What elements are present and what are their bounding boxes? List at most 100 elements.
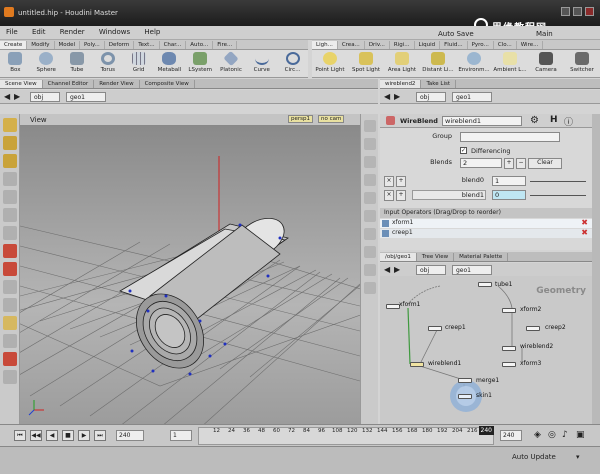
- light-tool-icon[interactable]: [2, 316, 17, 330]
- torus-tool[interactable]: Torus: [92, 50, 123, 77]
- node-xform3[interactable]: [502, 362, 516, 367]
- blend1-add-button[interactable]: +: [396, 190, 406, 201]
- shelf-tab-lights[interactable]: Ligh...: [312, 41, 338, 49]
- shelf-tab-fire[interactable]: Fire...: [213, 41, 238, 49]
- maximize-icon[interactable]: [573, 7, 582, 16]
- tab-composite-view[interactable]: Composite View: [140, 80, 195, 88]
- view-tool-icon[interactable]: [2, 226, 17, 240]
- blend0-slider[interactable]: [530, 181, 586, 182]
- blend0-add-button[interactable]: +: [396, 176, 406, 187]
- differencing-checkbox[interactable]: ✓: [460, 147, 467, 154]
- key-icon[interactable]: ◈: [534, 430, 541, 440]
- blends-increment-button[interactable]: +: [504, 158, 514, 169]
- wireframe-icon[interactable]: [363, 174, 376, 186]
- visibility-icon[interactable]: [363, 264, 376, 276]
- realtime-icon[interactable]: ◎: [548, 430, 556, 440]
- step-back-button[interactable]: ◀◀: [30, 430, 42, 441]
- camera-tool-icon[interactable]: [2, 334, 17, 348]
- node-xform2[interactable]: [502, 308, 516, 313]
- net-path-geo[interactable]: geo1: [452, 265, 492, 275]
- playhead-marker[interactable]: 240: [478, 426, 494, 435]
- sphere-tool[interactable]: Sphere: [31, 50, 62, 77]
- menu-render[interactable]: Render: [54, 26, 91, 36]
- shelf-tab-text[interactable]: Text...: [134, 41, 160, 49]
- camera-button[interactable]: no cam: [318, 115, 345, 123]
- metaball-tool[interactable]: Metaball: [154, 50, 185, 77]
- grid-tool[interactable]: Grid: [123, 50, 154, 77]
- circle-tool[interactable]: Circ...: [277, 50, 308, 77]
- back-arrow-icon[interactable]: ◀: [4, 92, 10, 101]
- points-icon[interactable]: [363, 210, 376, 222]
- point-light-tool[interactable]: Point Light: [312, 50, 348, 77]
- environment-light-tool[interactable]: Environm...: [456, 50, 492, 77]
- timeline-ruler[interactable]: 12 24 36 48 60 72 84 96 108 120 132 144 …: [198, 426, 494, 445]
- handle-tool-icon[interactable]: [2, 208, 17, 222]
- net-forward-icon[interactable]: ▶: [394, 265, 400, 274]
- shelf-tab-fluid[interactable]: Fluid...: [440, 41, 468, 49]
- switcher-tool[interactable]: Switcher: [564, 50, 600, 77]
- tab-scene-view[interactable]: Scene View: [0, 80, 43, 88]
- menu-file[interactable]: File: [0, 26, 24, 36]
- network-editor[interactable]: Geometry tube1 xform1 xform2 creep1 cree…: [380, 276, 592, 424]
- node-name-field[interactable]: wireblend1: [442, 116, 522, 126]
- platonic-tool[interactable]: Platonic: [216, 50, 247, 77]
- shelf-tab-auto[interactable]: Auto...: [186, 41, 214, 49]
- node-creep1[interactable]: [428, 326, 442, 331]
- menu-help[interactable]: Help: [138, 26, 166, 36]
- current-frame-field[interactable]: 1: [170, 430, 192, 441]
- misc-tool-icon[interactable]: [2, 370, 17, 384]
- close-icon[interactable]: [585, 7, 594, 16]
- blend0-remove-button[interactable]: ×: [384, 176, 394, 187]
- camera-tool[interactable]: Camera: [528, 50, 564, 77]
- param-back-icon[interactable]: ◀: [384, 92, 390, 101]
- timeline-start-field[interactable]: 240: [116, 430, 144, 441]
- shading-icon[interactable]: [363, 156, 376, 168]
- help-icon[interactable]: H: [550, 115, 558, 125]
- scale-tool-icon[interactable]: [2, 172, 17, 186]
- shelf-tab-deform[interactable]: Deform: [105, 41, 135, 49]
- distant-light-tool[interactable]: Distant Li...: [420, 50, 456, 77]
- blends-decrement-button[interactable]: −: [516, 158, 526, 169]
- tab-tree-view[interactable]: Tree View: [417, 253, 455, 261]
- tube-tool[interactable]: Tube: [62, 50, 93, 77]
- blend0-field[interactable]: 1: [492, 176, 526, 186]
- auto-update-menu[interactable]: Auto Update: [512, 453, 556, 461]
- group-field[interactable]: [460, 132, 560, 142]
- pose-tool-icon[interactable]: [2, 190, 17, 204]
- tab-wireblend2[interactable]: wireblend2: [380, 80, 422, 88]
- node-skin1[interactable]: [458, 394, 472, 399]
- tab-take-list[interactable]: Take List: [421, 80, 456, 88]
- tab-render-view[interactable]: Render View: [94, 80, 140, 88]
- shelf-tab-wire[interactable]: Wire...: [517, 41, 544, 49]
- play-reverse-button[interactable]: ◀: [46, 430, 58, 441]
- box-tool[interactable]: Box: [0, 50, 31, 77]
- blend1-slider[interactable]: [530, 195, 586, 196]
- blends-clear-button[interactable]: Clear: [528, 158, 562, 169]
- move-tool-icon[interactable]: [2, 136, 17, 150]
- input-operator-row[interactable]: creep1 ✖: [380, 228, 592, 238]
- gear-icon[interactable]: ⚙: [530, 115, 539, 126]
- input-operator-row[interactable]: xform1 ✖: [380, 218, 592, 228]
- forward-arrow-icon[interactable]: ▶: [14, 92, 20, 101]
- shelf-tab-rigid[interactable]: Rigi...: [390, 41, 415, 49]
- path-geo[interactable]: geo1: [66, 92, 106, 102]
- shelf-tab-modify[interactable]: Modify: [27, 41, 55, 49]
- blend1-field[interactable]: 0: [492, 190, 526, 200]
- node-xform1[interactable]: [386, 304, 400, 309]
- lighting-icon[interactable]: [363, 138, 376, 150]
- remove-input-icon[interactable]: ✖: [581, 228, 588, 237]
- jump-start-button[interactable]: ⏮: [14, 430, 26, 441]
- menu-edit[interactable]: Edit: [26, 26, 52, 36]
- shelf-tab-pyro[interactable]: Pyro...: [468, 41, 494, 49]
- rotate-tool-icon[interactable]: [2, 154, 17, 168]
- blends-count-field[interactable]: 2: [460, 158, 502, 168]
- node-wireblend1[interactable]: [410, 362, 424, 367]
- normals-icon[interactable]: [363, 228, 376, 240]
- menu-windows[interactable]: Windows: [93, 26, 136, 36]
- lsystem-tool[interactable]: LSystem: [185, 50, 216, 77]
- blend1-remove-button[interactable]: ×: [384, 190, 394, 201]
- shelf-tab-cloth[interactable]: Clo...: [494, 41, 517, 49]
- net-back-icon[interactable]: ◀: [384, 265, 390, 274]
- jump-end-button[interactable]: ⏭: [94, 430, 106, 441]
- select-tool-icon[interactable]: [2, 118, 17, 132]
